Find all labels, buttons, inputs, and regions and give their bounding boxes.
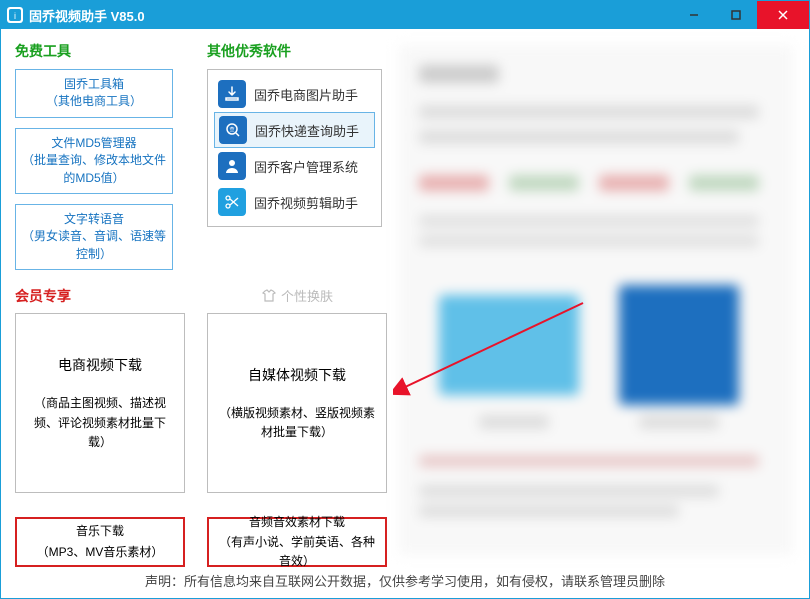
maximize-button[interactable]	[715, 1, 757, 29]
disclaimer-text: 声明：所有信息均来自互联网公开数据，仅供参考学习使用，如有侵权，请联系管理员删除	[1, 571, 809, 590]
free-tool-label: 文字转语音	[20, 211, 168, 228]
skin-link-label: 个性换肤	[281, 286, 333, 305]
member-section: 会员专享	[15, 286, 71, 314]
app-window: i 固乔视频助手 V85.0 免费工具 固乔工具箱 （其他电商工具） 文件MD5…	[0, 0, 810, 599]
card-title: 电商视频下载	[58, 354, 142, 376]
card-subtitle: （MP3、MV音乐素材）	[37, 543, 164, 562]
soft-item-image-helper[interactable]: 固乔电商图片助手	[214, 76, 375, 112]
free-tools-title: 免费工具	[15, 41, 195, 61]
free-tool-md5[interactable]: 文件MD5管理器 （批量查询、修改本地文件的MD5值）	[15, 128, 173, 194]
free-tools-section: 免费工具 固乔工具箱 （其他电商工具） 文件MD5管理器 （批量查询、修改本地文…	[15, 41, 195, 280]
card-title: 自媒体视频下载	[248, 364, 346, 386]
card-subtitle: （横版视频素材、竖版视频素材批量下载）	[218, 404, 376, 442]
app-icon: i	[7, 7, 23, 23]
soft-item-label: 固乔快递查询助手	[255, 121, 359, 140]
card-selfmedia-video[interactable]: 自媒体视频下载 （横版视频素材、竖版视频素材批量下载）	[207, 313, 387, 493]
person-icon	[218, 152, 246, 180]
other-software-title: 其他优秀软件	[207, 41, 392, 61]
other-software-section: 其他优秀软件 固乔电商图片助手 查 固乔快递查询助手	[207, 41, 392, 227]
soft-item-express-query[interactable]: 查 固乔快递查询助手	[214, 112, 375, 148]
titlebar: i 固乔视频助手 V85.0	[1, 1, 809, 29]
free-tool-sublabel: （其他电商工具）	[20, 93, 168, 110]
soft-item-label: 固乔电商图片助手	[254, 85, 358, 104]
app-body: 免费工具 固乔工具箱 （其他电商工具） 文件MD5管理器 （批量查询、修改本地文…	[1, 29, 809, 598]
preview-area-blurred	[399, 45, 793, 555]
card-music-download[interactable]: 音乐下载 （MP3、MV音乐素材）	[15, 517, 185, 567]
soft-item-crm[interactable]: 固乔客户管理系统	[214, 148, 375, 184]
free-tool-label: 文件MD5管理器	[20, 135, 168, 152]
download-icon	[218, 80, 246, 108]
soft-item-label: 固乔客户管理系统	[254, 157, 358, 176]
skin-link[interactable]: 个性换肤	[261, 286, 333, 305]
card-title: 音乐下载	[76, 522, 124, 541]
minimize-button[interactable]	[673, 1, 715, 29]
card-subtitle: （有声小说、学前英语、各种音效）	[219, 533, 375, 571]
scissors-icon	[218, 188, 246, 216]
card-ecommerce-video[interactable]: 电商视频下载 （商品主图视频、描述视频、评论视频素材批量下载）	[15, 313, 185, 493]
member-title: 会员专享	[15, 286, 71, 306]
search-express-icon: 查	[219, 116, 247, 144]
free-tool-toolbox[interactable]: 固乔工具箱 （其他电商工具）	[15, 69, 173, 118]
svg-text:i: i	[14, 11, 16, 21]
close-button[interactable]	[757, 1, 809, 29]
card-subtitle: （商品主图视频、描述视频、评论视频素材批量下载）	[26, 394, 174, 452]
free-tool-tts[interactable]: 文字转语音 （男女读音、音调、语速等控制）	[15, 204, 173, 270]
shirt-icon	[261, 288, 277, 304]
soft-item-video-editor[interactable]: 固乔视频剪辑助手	[214, 184, 375, 220]
other-software-panel: 固乔电商图片助手 查 固乔快递查询助手 固乔客户管理系统	[207, 69, 382, 227]
card-audio-download[interactable]: 音频音效素材下载 （有声小说、学前英语、各种音效）	[207, 517, 387, 567]
free-tool-sublabel: （男女读音、音调、语速等控制）	[20, 228, 168, 263]
free-tool-sublabel: （批量查询、修改本地文件的MD5值）	[20, 152, 168, 187]
svg-text:查: 查	[229, 126, 234, 133]
card-title: 音频音效素材下载	[249, 513, 345, 532]
window-controls	[673, 1, 809, 29]
free-tool-label: 固乔工具箱	[20, 76, 168, 93]
window-title: 固乔视频助手 V85.0	[29, 6, 673, 25]
soft-item-label: 固乔视频剪辑助手	[254, 193, 358, 212]
